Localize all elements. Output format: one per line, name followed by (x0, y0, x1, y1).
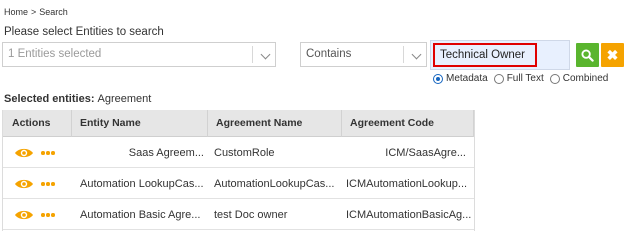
chevron-down-icon[interactable] (411, 49, 422, 60)
more-dots-icon[interactable] (41, 182, 56, 186)
table-row[interactable]: Automation LookupCas... AutomationLookup… (3, 169, 474, 199)
clear-button[interactable]: ✖ (601, 43, 624, 67)
eye-icon[interactable] (14, 209, 34, 221)
results-table: Actions Entity Name Agreement Name Agree… (2, 110, 475, 231)
search-mode-group: Metadata Full Text Combined (433, 73, 614, 84)
search-mode-full-text[interactable]: Full Text (493, 73, 544, 84)
eye-icon[interactable] (14, 147, 34, 159)
chevron-down-icon[interactable] (260, 49, 271, 60)
agreement-name-cell: test Doc owner (214, 209, 288, 221)
table-row[interactable]: Saas Agreem... CustomRole ICM/SaasAgre..… (3, 138, 474, 168)
more-dots-icon[interactable] (41, 151, 56, 155)
agreement-name-cell: CustomRole (214, 147, 275, 159)
radio-label: Metadata (446, 73, 488, 84)
breadcrumb-current: Search (39, 7, 68, 17)
select-divider (252, 46, 253, 63)
search-mode-combined[interactable]: Combined (549, 73, 609, 84)
close-icon: ✖ (606, 47, 619, 63)
radio-button[interactable] (493, 73, 504, 84)
operator-select-value: Contains (306, 48, 352, 60)
entity-select-value: 1 Entities selected (8, 48, 102, 60)
more-dots-icon[interactable] (41, 213, 56, 217)
eye-icon[interactable] (14, 178, 34, 190)
radio-label: Combined (562, 73, 609, 84)
breadcrumb: Home > Search (4, 7, 68, 17)
column-header-agreement-name[interactable]: Agreement Name (208, 110, 342, 137)
agreement-code-cell: ICMAutomationLookup... (346, 178, 468, 190)
agreement-name-cell: AutomationLookupCas... (214, 178, 335, 190)
radio-button[interactable] (433, 73, 443, 84)
selected-entities-label: Selected entities: (4, 93, 95, 105)
search-icon (581, 48, 594, 62)
column-header-agreement-code[interactable]: Agreement Code (342, 110, 474, 137)
entity-select-prompt: Please select Entities to search (4, 26, 164, 38)
search-mode-metadata[interactable]: Metadata (433, 73, 488, 84)
entity-name-cell: Saas Agreem... (128, 147, 204, 159)
entity-name-cell: Automation Basic Agre... (80, 209, 201, 221)
column-header-actions[interactable]: Actions (3, 110, 72, 137)
radio-label: Full Text (506, 73, 544, 84)
operator-select[interactable]: Contains (300, 42, 427, 67)
radio-button[interactable] (549, 73, 560, 84)
table-header: Actions Entity Name Agreement Name Agree… (3, 110, 474, 137)
selected-entities-value: Agreement (97, 93, 152, 105)
search-button[interactable] (576, 43, 599, 67)
search-input[interactable] (433, 43, 537, 67)
select-divider (403, 46, 404, 63)
breadcrumb-separator: > (31, 7, 37, 17)
agreement-code-cell: ICM/SaasAgre... (385, 147, 466, 159)
entity-select[interactable]: 1 Entities selected (2, 42, 276, 67)
agreement-code-cell: ICMAutomationBasicAg... (346, 209, 472, 221)
breadcrumb-home-link[interactable]: Home (4, 7, 28, 17)
selected-entities: Selected entities: Agreement (4, 93, 151, 105)
column-header-entity-name[interactable]: Entity Name (72, 110, 208, 137)
table-row[interactable]: Automation Basic Agre... test Doc owner … (3, 200, 474, 230)
entity-name-cell: Automation LookupCas... (80, 178, 204, 190)
search-field-container (430, 40, 570, 70)
